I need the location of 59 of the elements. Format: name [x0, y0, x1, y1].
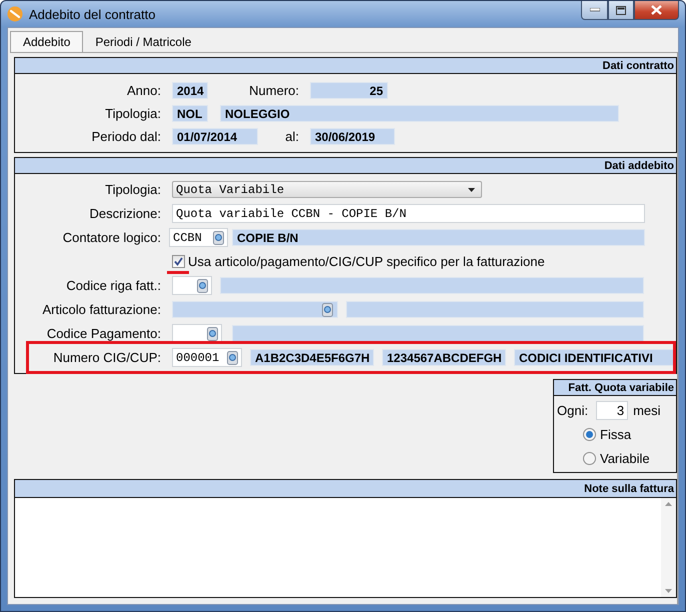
close-icon	[651, 5, 662, 15]
readonly-field: 01/07/2014	[172, 128, 258, 145]
minimize-button[interactable]	[581, 1, 608, 20]
section-title: Dati contratto	[602, 60, 674, 72]
readonly-field: 2014	[172, 82, 208, 99]
readonly-field: 1234567ABCDEFGH	[382, 349, 506, 366]
section-title: Fatt. Quota variabile	[568, 382, 674, 394]
field-label: al:	[284, 129, 299, 144]
field-label: Numero:	[248, 83, 299, 98]
input-field[interactable]: Quota variabile CCBN - COPIE B/N	[172, 204, 645, 223]
readonly-field: 25	[310, 82, 388, 99]
field-label: Codice Pagamento:	[46, 326, 161, 341]
scroll-down-icon[interactable]	[665, 589, 672, 593]
lookup-field[interactable]	[172, 276, 212, 295]
lookup-field[interactable]: CCBN	[169, 228, 228, 247]
readonly-field: 30/06/2019	[310, 128, 395, 145]
field-label: Anno:	[126, 83, 161, 98]
radio-label: Variabile	[600, 451, 650, 466]
maximize-icon	[616, 6, 626, 14]
section-title: Dati addebito	[604, 160, 674, 172]
close-button[interactable]	[634, 1, 679, 20]
readonly-field: COPIE B/N	[232, 229, 645, 246]
window-title: Addebito del contratto	[29, 6, 156, 22]
field-label: Tipologia:	[104, 106, 161, 121]
input-field[interactable]: 3	[596, 401, 628, 420]
lookup-icon[interactable]	[213, 230, 224, 244]
caret-icon	[468, 188, 475, 192]
unit-label: mesi	[633, 403, 661, 418]
field-label: Ogni:	[557, 403, 588, 418]
lookup-icon[interactable]	[207, 326, 218, 340]
tab[interactable]: Periodi / Matricole	[83, 31, 204, 52]
lookup-field[interactable]: 000001	[172, 348, 242, 367]
minimize-icon	[590, 8, 600, 12]
field-label: Articolo fatturazione:	[41, 302, 161, 317]
lookup-icon[interactable]	[197, 278, 208, 292]
scroll-up-icon[interactable]	[665, 502, 672, 506]
field-label: Periodo dal:	[90, 129, 161, 144]
lookup-icon[interactable]	[227, 350, 238, 364]
field-label: Descrizione:	[88, 206, 161, 221]
checkbox[interactable]	[172, 255, 185, 268]
field-label: Codice riga fatt.:	[65, 278, 161, 293]
checkbox-label: Usa articolo/pagamento/CIG/CUP specifico per la fatturazione	[188, 254, 545, 269]
radio-label: Fissa	[600, 427, 632, 442]
lookup-icon[interactable]	[322, 302, 333, 316]
radio-button[interactable]	[583, 452, 596, 465]
section-title: Note sulla fattura	[584, 482, 674, 494]
tab[interactable]: Addebito	[10, 31, 84, 52]
readonly-field: NOLEGGIO	[220, 105, 619, 122]
readonly-field: A1B2C3D4E5F6G7H	[250, 349, 374, 366]
scrollbar[interactable]	[661, 498, 676, 597]
app-icon	[7, 6, 23, 22]
maximize-button[interactable]	[608, 1, 634, 20]
readonly-field: NOL	[172, 105, 208, 122]
radio-button[interactable]	[583, 428, 596, 441]
dropdown[interactable]: Quota Variabile	[172, 181, 482, 198]
field-label: Tipologia:	[104, 182, 161, 197]
field-label: Numero CIG/CUP:	[52, 350, 161, 365]
field-label: Contatore logico:	[62, 230, 161, 245]
readonly-field: CODICI IDENTIFICATIVI	[514, 349, 674, 366]
